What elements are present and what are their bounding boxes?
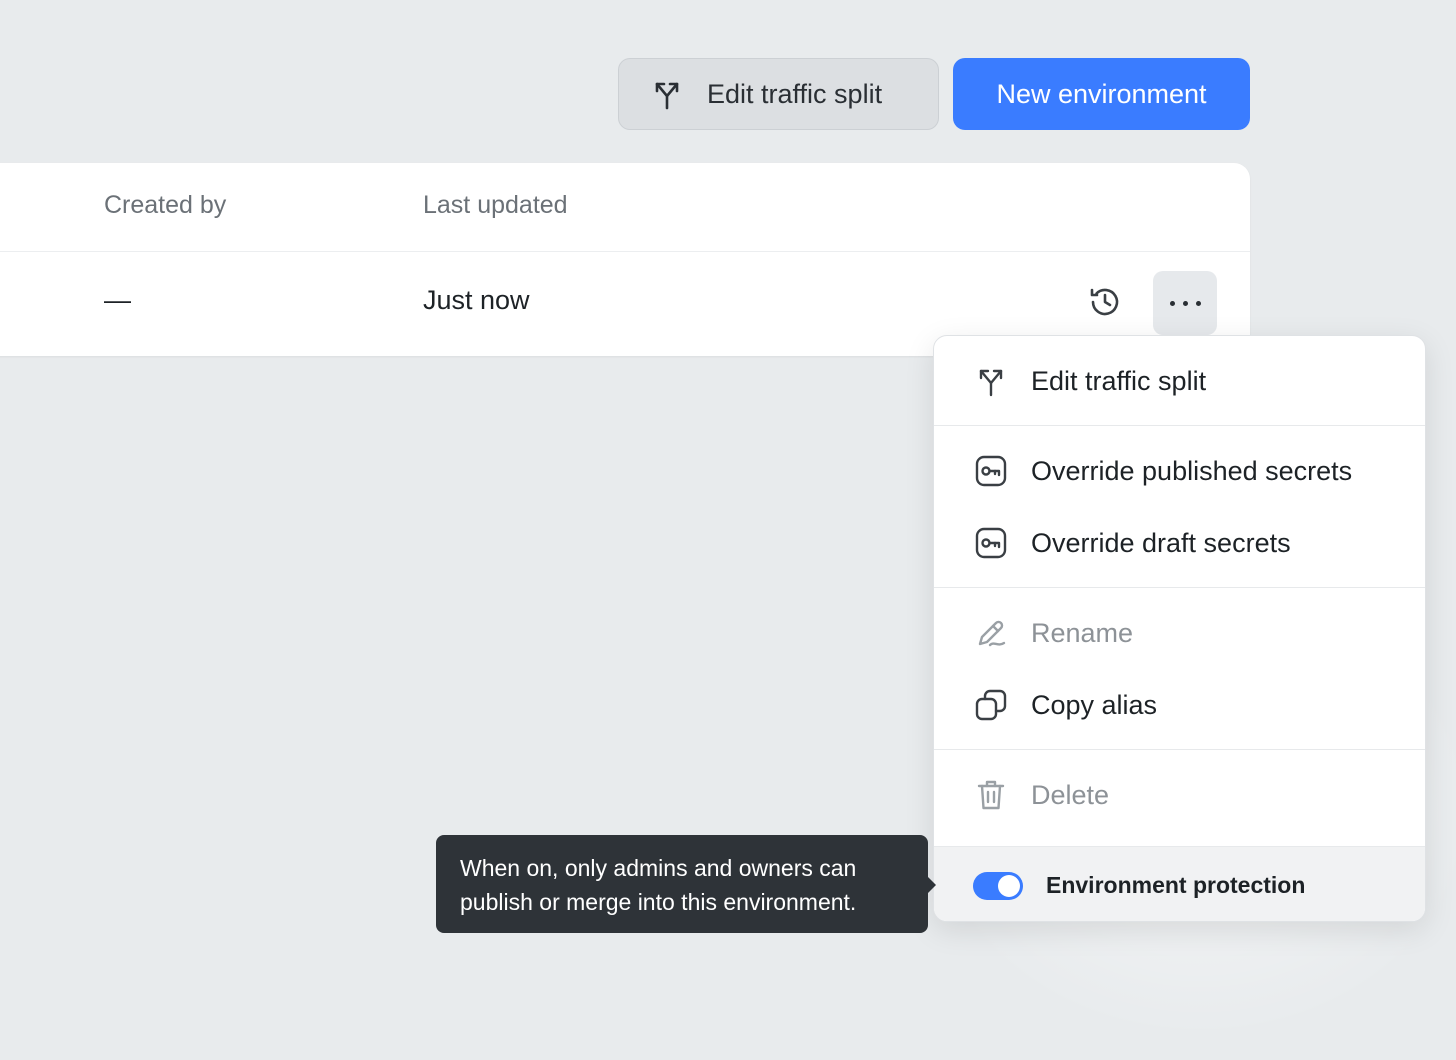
pencil-icon bbox=[972, 614, 1010, 652]
environment-protection-row: Environment protection bbox=[934, 846, 1425, 921]
menu-item-override-draft-secrets[interactable]: Override draft secrets bbox=[934, 507, 1425, 579]
new-environment-button[interactable]: New environment bbox=[953, 58, 1250, 130]
environment-protection-toggle[interactable] bbox=[973, 871, 1023, 900]
trash-icon bbox=[972, 776, 1010, 814]
history-icon bbox=[1088, 285, 1122, 324]
menu-item-edit-traffic-split[interactable]: Edit traffic split bbox=[934, 345, 1425, 417]
menu-item-label: Copy alias bbox=[1031, 689, 1158, 720]
more-dots-icon bbox=[1169, 300, 1175, 306]
menu-item-label: Delete bbox=[1031, 779, 1110, 810]
toggle-knob bbox=[998, 874, 1020, 897]
key-icon bbox=[972, 452, 1010, 490]
edit-traffic-split-label: Edit traffic split bbox=[707, 78, 883, 109]
menu-divider bbox=[934, 425, 1425, 426]
last-updated-cell: Just now bbox=[423, 285, 530, 315]
tooltip-text: When on, only admins and owners can publ… bbox=[460, 855, 857, 915]
menu-divider bbox=[934, 587, 1425, 588]
menu-item-label: Override draft secrets bbox=[1031, 527, 1291, 558]
column-header-created-by: Created by bbox=[104, 191, 227, 219]
menu-item-rename[interactable]: Rename bbox=[934, 597, 1425, 669]
menu-item-delete[interactable]: Delete bbox=[934, 759, 1425, 831]
more-actions-button[interactable] bbox=[1153, 271, 1217, 335]
key-icon bbox=[972, 524, 1010, 562]
created-by-cell: — bbox=[104, 285, 131, 315]
new-environment-label: New environment bbox=[996, 78, 1207, 109]
edit-traffic-split-button[interactable]: Edit traffic split bbox=[618, 58, 939, 130]
menu-item-label: Rename bbox=[1031, 617, 1134, 648]
environment-protection-tooltip: When on, only admins and owners can publ… bbox=[436, 835, 936, 933]
split-arrows-icon bbox=[649, 76, 685, 112]
menu-item-override-published-secrets[interactable]: Override published secrets bbox=[934, 435, 1425, 507]
menu-item-label: Edit traffic split bbox=[1031, 365, 1207, 396]
menu-item-label: Override published secrets bbox=[1031, 455, 1353, 486]
history-button[interactable] bbox=[1085, 284, 1125, 324]
menu-item-copy-alias[interactable]: Copy alias bbox=[934, 669, 1425, 741]
environment-actions-menu: Edit traffic split Override published se… bbox=[933, 335, 1426, 922]
environment-protection-label: Environment protection bbox=[1046, 872, 1306, 898]
copy-icon bbox=[972, 686, 1010, 724]
column-header-last-updated: Last updated bbox=[423, 191, 568, 219]
table-header: Created by Last updated bbox=[0, 163, 1250, 252]
menu-divider bbox=[934, 749, 1425, 750]
environments-table: Created by Last updated — Just now bbox=[0, 163, 1250, 356]
split-arrows-icon bbox=[972, 362, 1010, 400]
